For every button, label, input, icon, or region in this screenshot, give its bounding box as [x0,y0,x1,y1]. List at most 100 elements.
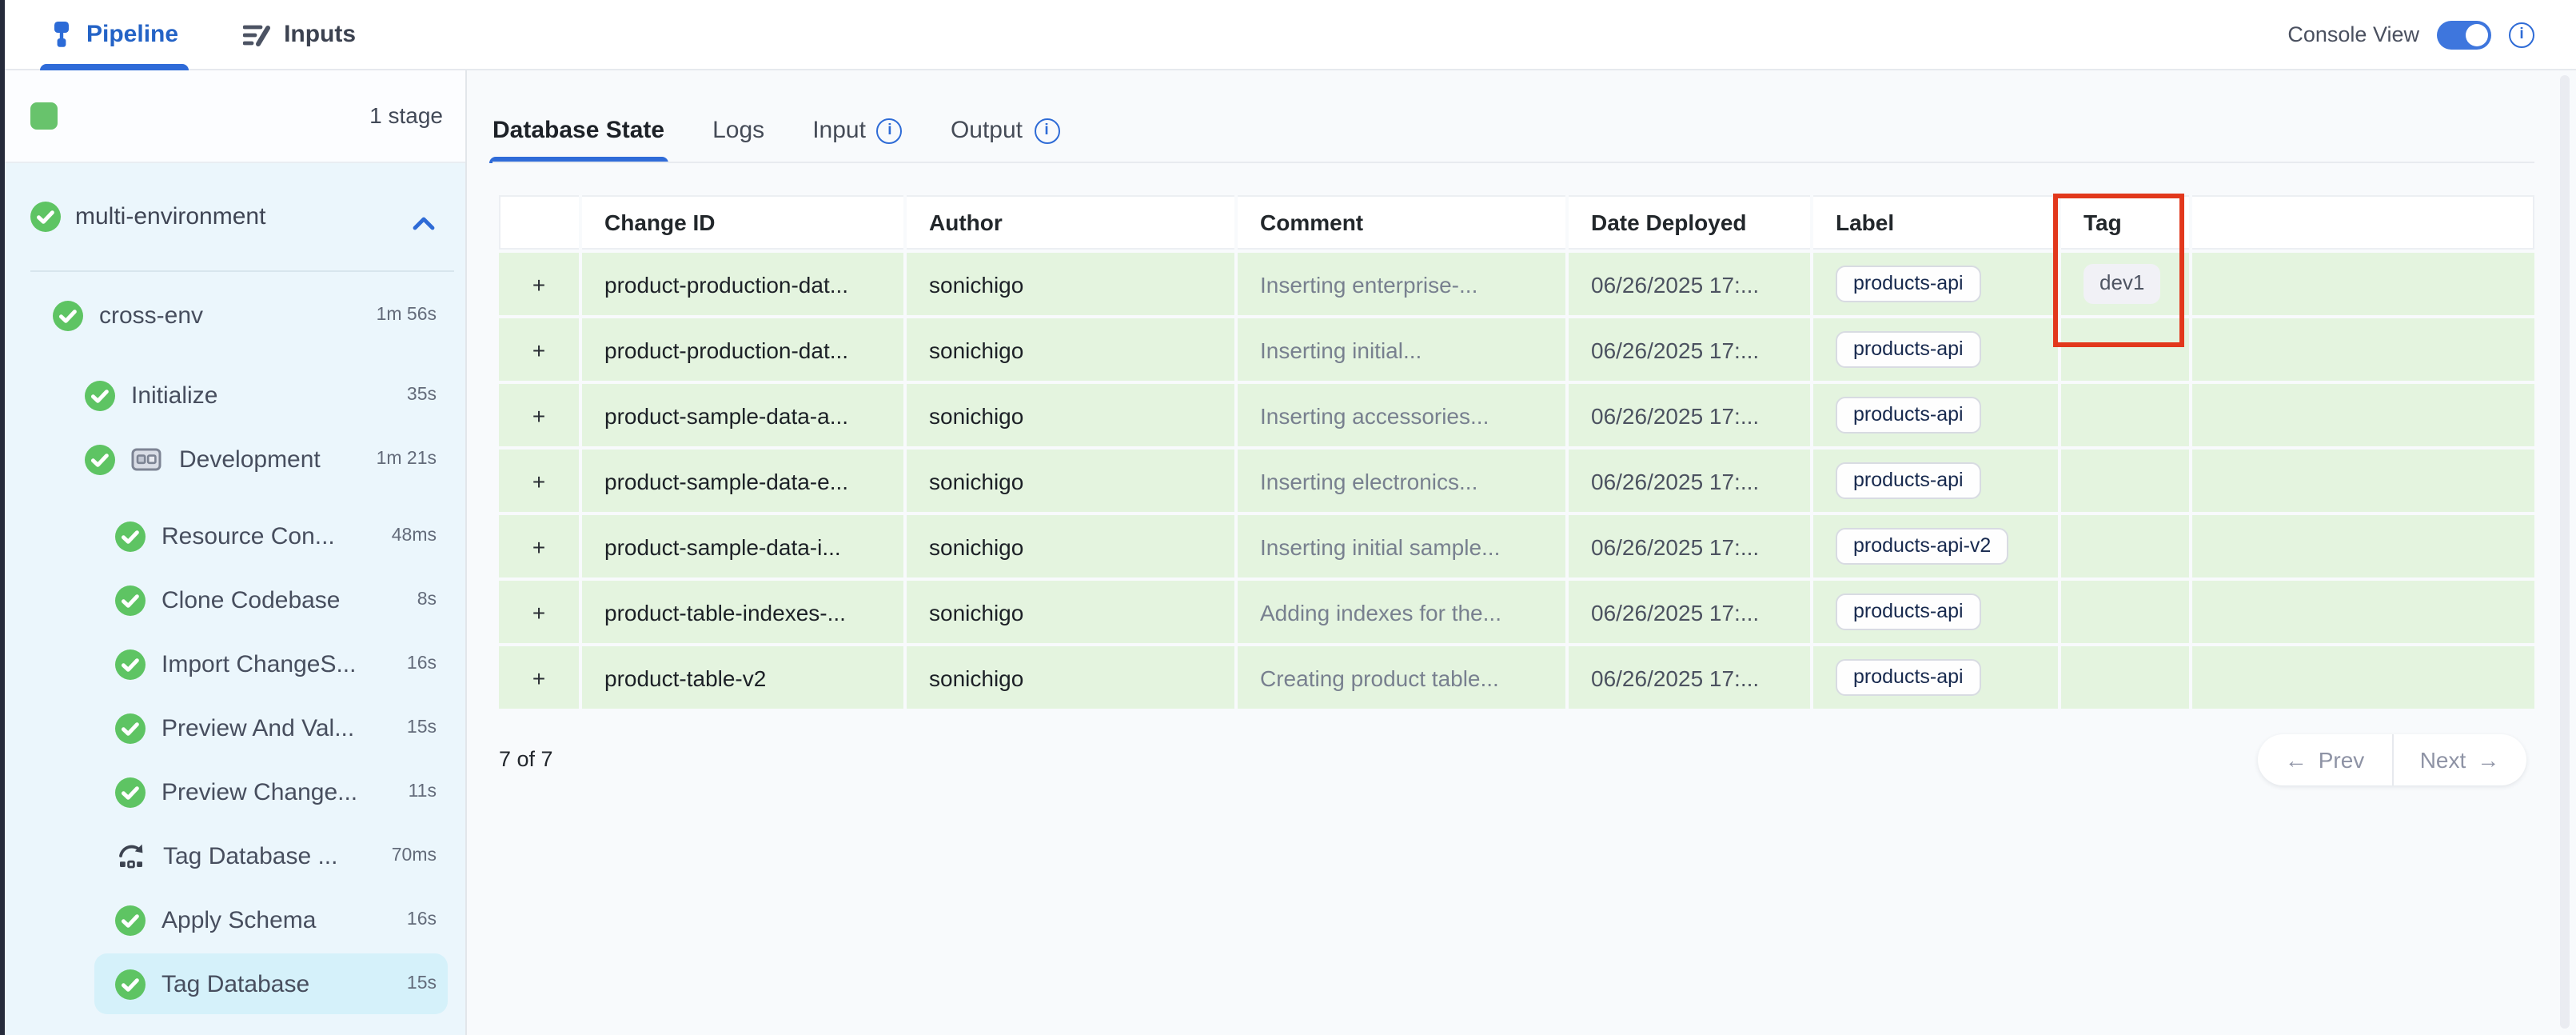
console-view-control: Console View i [2287,0,2534,69]
console-view-label: Console View [2287,22,2419,46]
date-deployed-cell: 06/26/2025 17:... [1569,515,1810,577]
check-icon [85,380,115,410]
table-row[interactable]: + product-sample-data-e... sonichigo Ins… [499,450,2534,512]
chevron-up-icon[interactable] [413,209,435,238]
pipeline-step-clone-codebase[interactable]: Clone Codebase 8s [0,568,465,632]
empty-cell [2192,581,2534,643]
stage-count: 1 stage [369,69,443,162]
pipeline-step-tag-database[interactable]: Tag Database ... 70ms [0,824,465,888]
empty-cell [2192,515,2534,577]
pipeline-step-cross-env[interactable]: cross-env 1m 56s [0,283,465,347]
pipeline-step-preview-change[interactable]: Preview Change... 11s [0,760,465,824]
change-id-cell: product-sample-data-e... [582,450,903,512]
check-icon [115,521,146,551]
empty-cell [2192,318,2534,381]
stage-group-multi-environment[interactable]: multi-environment [0,163,465,270]
divider [492,162,2534,163]
label-cell: products-api [1813,384,2058,446]
detail-tab-label: Input [812,117,866,144]
empty-cell [2192,384,2534,446]
change-id-cell: product-table-indexes-... [582,581,903,643]
column-header-empty [499,195,579,250]
empty-cell [2192,253,2534,315]
label-badge: products-api [1836,330,1981,368]
pipeline-step-initialize[interactable]: Initialize 35s [0,363,465,427]
stage-status-square [30,102,58,130]
step-label: Clone Codebase [161,586,341,613]
check-icon [115,585,146,615]
pipeline-step-development[interactable]: Development 1m 21s [0,427,465,491]
label-cell: products-api [1813,646,2058,709]
step-duration: 1m 56s [377,306,465,325]
tag-cell [2061,581,2189,643]
execution-sidebar: 1 stage multi-environment [0,69,467,1035]
prev-button[interactable]: ← Prev [2258,734,2391,785]
expand-row-button[interactable]: + [499,646,579,709]
expand-row-button[interactable]: + [499,581,579,643]
comment-cell: Inserting initial... [1238,318,1565,381]
step-label: Initialize [131,382,217,409]
info-icon[interactable]: i [2509,22,2534,47]
expand-row-button[interactable]: + [499,318,579,381]
change-id-cell: product-production-dat... [582,253,903,315]
comment-cell: Inserting initial sample... [1238,515,1565,577]
app-window: Pipeline Inputs Console View i 1 stage [0,0,2576,1035]
info-icon[interactable]: i [1034,118,1059,143]
tab-output[interactable]: Output i [951,98,1059,163]
pipeline-step-import-changes[interactable]: Import ChangeS... 16s [0,632,465,696]
expand-row-button[interactable]: + [499,450,579,512]
pipeline-step-resource-con[interactable]: Resource Con... 48ms [0,504,465,568]
label-badge: products-api [1836,593,1981,630]
edit-lines-icon [242,22,271,47]
comment-cell: Inserting enterprise-... [1238,253,1565,315]
detail-tab-label: Database State [492,117,664,144]
step-label: Resource Con... [161,522,335,549]
tag-cell [2061,450,2189,512]
table-row[interactable]: + product-sample-data-i... sonichigo Ins… [499,515,2534,577]
author-cell: sonichigo [907,450,1234,512]
pipeline-step-apply-schema[interactable]: Apply Schema 16s [0,888,465,952]
step-label: Preview And Val... [161,714,354,741]
table-row[interactable]: + product-production-dat... sonichigo In… [499,318,2534,381]
tab-database-state[interactable]: Database State i [492,98,664,163]
row-count-summary: 7 of 7 [499,747,553,771]
check-icon [115,969,146,999]
scrollbar[interactable] [2560,75,2570,1029]
tab-logs[interactable]: Logs i [712,98,764,163]
step-duration: 35s [407,386,465,405]
date-deployed-cell: 06/26/2025 17:... [1569,253,1810,315]
step-duration: 1m 21s [377,450,465,469]
prev-label: Prev [2319,747,2365,773]
step-duration: 48ms [392,526,465,545]
expand-row-button[interactable]: + [499,384,579,446]
pipeline-step-preview-and-val[interactable]: Preview And Val... 15s [0,696,465,760]
console-view-toggle[interactable] [2437,20,2491,49]
next-button[interactable]: Next → [2391,734,2526,785]
detail-tab-label: Output [951,117,1023,144]
step-label: Development [179,446,321,473]
pipeline-step-tag-database[interactable]: Tag Database 15s [0,952,465,1016]
table-row[interactable]: + product-sample-data-a... sonichigo Ins… [499,384,2534,446]
label-cell: products-api [1813,318,2058,381]
tab-pipeline[interactable]: Pipeline [40,0,188,69]
step-label: cross-env [99,302,203,329]
tag-column-highlight [2053,194,2184,347]
step-label: Tag Database ... [163,842,337,869]
database-state-table: Change IDAuthorCommentDate DeployedLabel… [499,195,2534,709]
pagination: ← Prev Next → [2258,734,2526,785]
table-row[interactable]: + product-table-v2 sonichigo Creating pr… [499,646,2534,709]
label-badge: products-api [1836,462,1981,499]
change-id-cell: product-production-dat... [582,318,903,381]
tab-inputs[interactable]: Inputs [233,0,365,69]
step-label: Apply Schema [161,906,316,933]
expand-row-button[interactable]: + [499,253,579,315]
toggle-knob [2466,23,2488,46]
expand-row-button[interactable]: + [499,515,579,577]
divider [30,270,454,272]
tab-input[interactable]: Input i [812,98,903,163]
change-id-cell: product-table-v2 [582,646,903,709]
date-deployed-cell: 06/26/2025 17:... [1569,384,1810,446]
table-row[interactable]: + product-table-indexes-... sonichigo Ad… [499,581,2534,643]
table-row[interactable]: + product-production-dat... sonichigo In… [499,253,2534,315]
info-icon[interactable]: i [877,118,903,143]
